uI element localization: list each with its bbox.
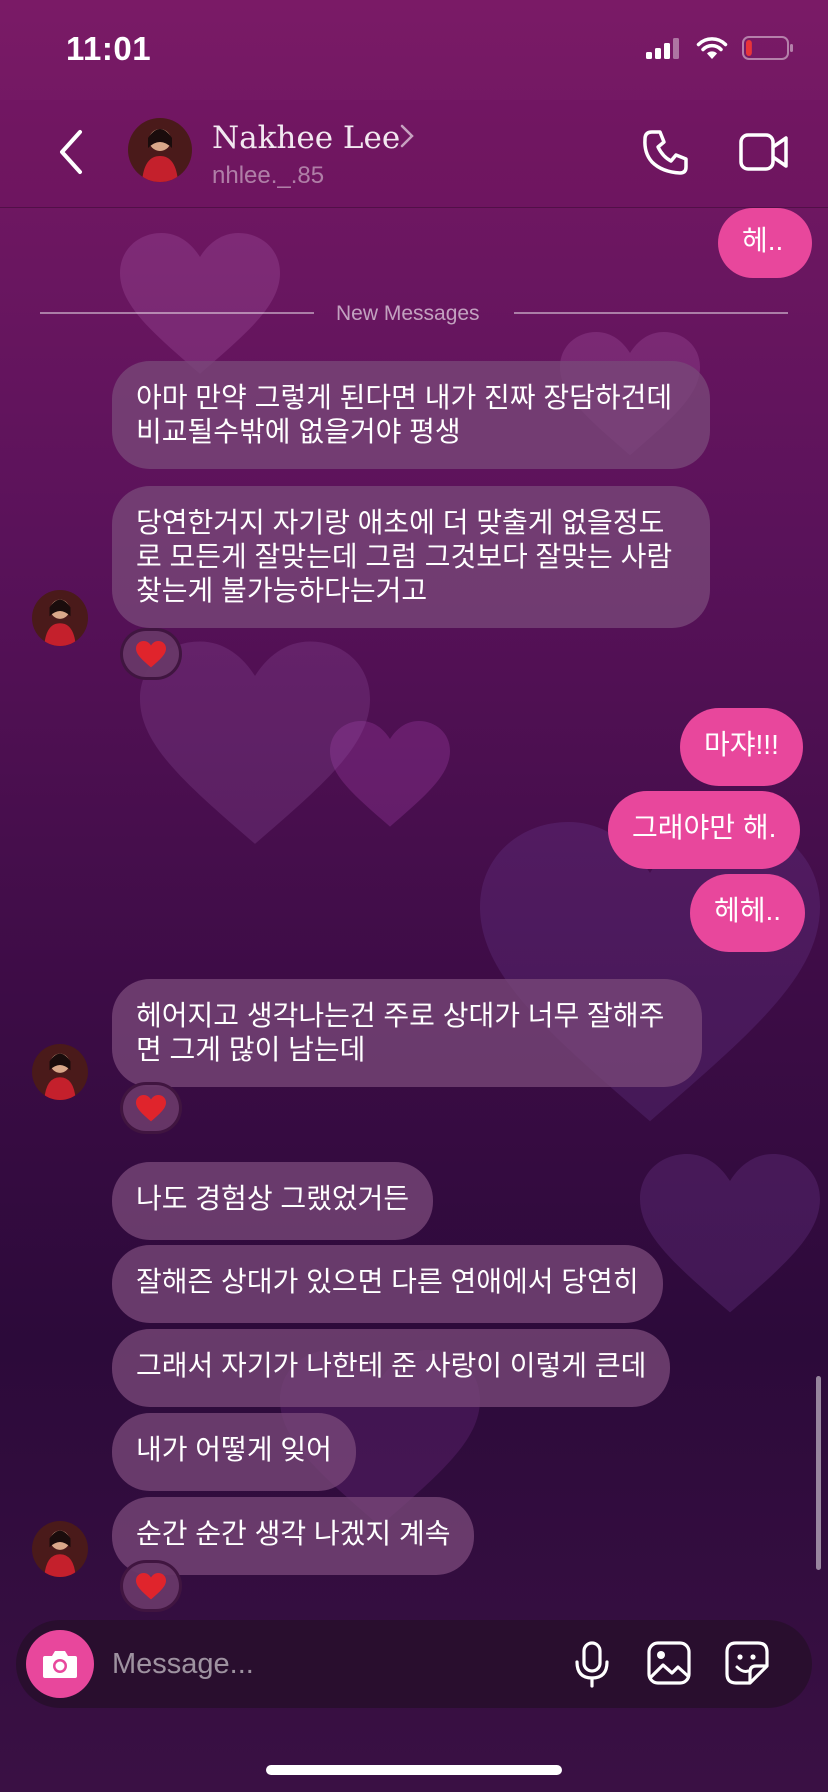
message-text: 헤.. bbox=[742, 225, 784, 256]
wifi-icon bbox=[696, 37, 728, 59]
incoming-message[interactable]: 헤어지고 생각나는건 주로 상대가 너무 잘해주면 그게 많이 남는데 bbox=[112, 979, 702, 1087]
signal-icon bbox=[646, 38, 679, 59]
message-text: 헤어지고 생각나는건 주로 상대가 너무 잘해주면 그게 많이 남는데 bbox=[136, 1000, 665, 1065]
outgoing-message[interactable]: 그래야만 해. bbox=[608, 791, 801, 869]
scrollbar[interactable] bbox=[816, 1376, 821, 1570]
new-messages-divider: New Messages bbox=[336, 302, 480, 325]
contact-avatar[interactable] bbox=[128, 118, 192, 182]
status-time: 11:01 bbox=[66, 30, 152, 67]
sender-avatar[interactable] bbox=[32, 590, 88, 646]
heart-icon bbox=[136, 1094, 166, 1121]
message-reaction[interactable] bbox=[120, 1560, 182, 1612]
message-input[interactable] bbox=[112, 1642, 492, 1686]
camera-button[interactable] bbox=[26, 1630, 94, 1698]
home-indicator bbox=[266, 1765, 562, 1775]
battery-icon bbox=[742, 36, 793, 60]
message-reaction[interactable] bbox=[120, 1082, 182, 1134]
status-bar: 11:01 bbox=[0, 0, 828, 100]
message-text: 아마 만약 그렇게 된다면 내가 진짜 장담하건데 비교될수밖에 없을거야 평생 bbox=[136, 382, 673, 447]
divider-line-right bbox=[514, 312, 788, 314]
camera-icon bbox=[43, 1651, 77, 1678]
status-icons bbox=[646, 36, 794, 60]
outgoing-message[interactable]: 헤헤.. bbox=[690, 874, 806, 952]
background-heart-icon bbox=[120, 233, 280, 374]
sticker-icon[interactable] bbox=[724, 1640, 770, 1686]
background-heart-icon bbox=[640, 1154, 820, 1313]
outgoing-message[interactable]: 헤.. bbox=[718, 208, 812, 278]
back-chevron-icon[interactable] bbox=[52, 126, 92, 178]
incoming-message[interactable]: 그래서 자기가 나한테 준 사랑이 이렇게 큰데 bbox=[112, 1329, 671, 1407]
incoming-message[interactable]: 당연한거지 자기랑 애초에 더 맞출게 없을정도로 모든게 잘맞는데 그럼 그것… bbox=[112, 486, 710, 628]
contact-avatar-image bbox=[128, 118, 192, 182]
video-camera-icon[interactable] bbox=[738, 128, 790, 176]
message-reaction[interactable] bbox=[120, 628, 182, 680]
message-text: 당연한거지 자기랑 애초에 더 맞출게 없을정도로 모든게 잘맞는데 그럼 그것… bbox=[136, 507, 673, 606]
sender-avatar-image bbox=[32, 590, 88, 646]
sender-avatar-image bbox=[32, 1521, 88, 1577]
contact-handle: nhlee._.85 bbox=[212, 162, 325, 189]
incoming-message[interactable]: 잘해즌 상대가 있으면 다른 연애에서 당연히 bbox=[112, 1245, 663, 1323]
chat-header: Nakhee Lee nhlee._.85 bbox=[0, 100, 828, 208]
message-composer bbox=[16, 1620, 812, 1708]
message-text: 나도 경험상 그랬었거든 bbox=[136, 1183, 410, 1214]
heart-icon bbox=[136, 1572, 166, 1599]
message-text: 순간 순간 생각 나겠지 계속 bbox=[136, 1518, 451, 1549]
contact-name[interactable]: Nakhee Lee bbox=[212, 120, 400, 156]
incoming-message[interactable]: 나도 경험상 그랬었거든 bbox=[112, 1162, 434, 1240]
chevron-right-icon[interactable] bbox=[400, 124, 414, 148]
message-text: 마쟈!!! bbox=[704, 729, 779, 760]
microphone-icon[interactable] bbox=[572, 1640, 612, 1688]
message-text: 잘해즌 상대가 있으면 다른 연애에서 당연히 bbox=[136, 1266, 639, 1297]
message-text: 그래서 자기가 나한테 준 사랑이 이렇게 큰데 bbox=[136, 1350, 647, 1381]
phone-icon[interactable] bbox=[640, 126, 692, 178]
sender-avatar[interactable] bbox=[32, 1521, 88, 1577]
incoming-message[interactable]: 내가 어떻게 잊어 bbox=[112, 1413, 356, 1491]
outgoing-message[interactable]: 마쟈!!! bbox=[680, 708, 803, 786]
heart-icon bbox=[136, 640, 166, 667]
gallery-icon[interactable] bbox=[646, 1640, 692, 1686]
message-text: 내가 어떻게 잊어 bbox=[136, 1434, 332, 1465]
message-text: 헤헤.. bbox=[714, 895, 782, 926]
sender-avatar[interactable] bbox=[32, 1044, 88, 1100]
message-text: 그래야만 해. bbox=[632, 812, 777, 843]
incoming-message[interactable]: 아마 만약 그렇게 된다면 내가 진짜 장담하건데 비교될수밖에 없을거야 평생 bbox=[112, 361, 710, 469]
sender-avatar-image bbox=[32, 1044, 88, 1100]
divider-line-left bbox=[40, 312, 314, 314]
